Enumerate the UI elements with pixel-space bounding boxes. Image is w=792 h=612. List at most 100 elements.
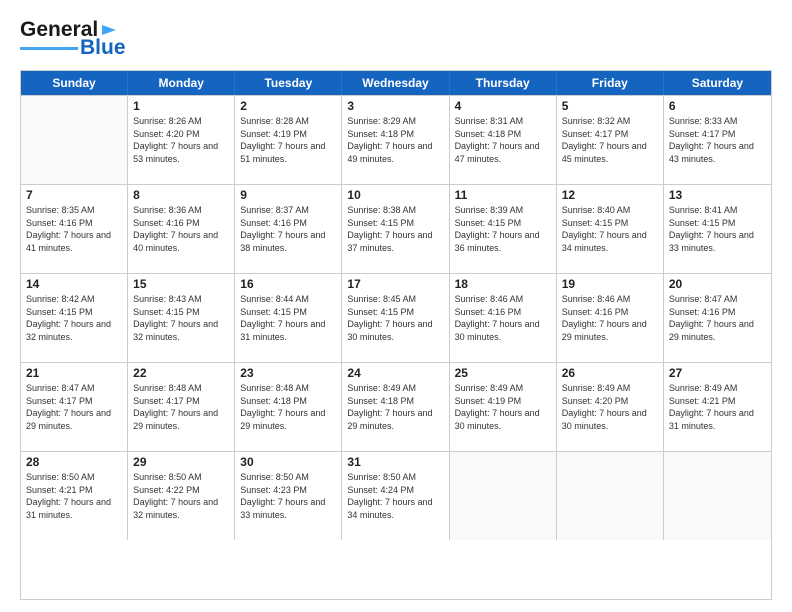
cell-info: Sunrise: 8:46 AMSunset: 4:16 PMDaylight:…: [455, 293, 551, 343]
day-number: 20: [669, 277, 766, 291]
cell-info: Sunrise: 8:37 AMSunset: 4:16 PMDaylight:…: [240, 204, 336, 254]
day-number: 2: [240, 99, 336, 113]
calendar-cell: 3 Sunrise: 8:29 AMSunset: 4:18 PMDaylight…: [342, 96, 449, 184]
day-number: 23: [240, 366, 336, 380]
calendar-cell: 21 Sunrise: 8:47 AMSunset: 4:17 PMDayligh…: [21, 363, 128, 451]
day-number: 3: [347, 99, 443, 113]
calendar-cell: 14 Sunrise: 8:42 AMSunset: 4:15 PMDayligh…: [21, 274, 128, 362]
cell-info: Sunrise: 8:38 AMSunset: 4:15 PMDaylight:…: [347, 204, 443, 254]
weekday-header: Saturday: [664, 71, 771, 95]
cell-info: Sunrise: 8:32 AMSunset: 4:17 PMDaylight:…: [562, 115, 658, 165]
calendar-cell: 22Sunrise: 8:48 AMSunset: 4:17 PMDayligh…: [128, 363, 235, 451]
day-number: 6: [669, 99, 766, 113]
calendar-header: SundayMondayTuesdayWednesdayThursdayFrid…: [21, 71, 771, 95]
calendar-cell: [664, 452, 771, 540]
cell-info: Sunrise: 8:50 AMSunset: 4:21 PMDaylight:…: [26, 471, 122, 521]
calendar-cell: 1 Sunrise: 8:26 AMSunset: 4:20 PMDaylight…: [128, 96, 235, 184]
calendar-row: 28 Sunrise: 8:50 AMSunset: 4:21 PMDayligh…: [21, 451, 771, 540]
cell-info: Sunrise: 8:49 AMSunset: 4:20 PMDaylight:…: [562, 382, 658, 432]
calendar-cell: [21, 96, 128, 184]
day-number: 7: [26, 188, 122, 202]
calendar: SundayMondayTuesdayWednesdayThursdayFrid…: [20, 70, 772, 600]
day-number: 10: [347, 188, 443, 202]
calendar-cell: 19 Sunrise: 8:46 AMSunset: 4:16 PMDayligh…: [557, 274, 664, 362]
calendar-cell: 24 Sunrise: 8:49 AMSunset: 4:18 PMDayligh…: [342, 363, 449, 451]
calendar-cell: [450, 452, 557, 540]
cell-info: Sunrise: 8:39 AMSunset: 4:15 PMDaylight:…: [455, 204, 551, 254]
logo-underline: [20, 47, 78, 50]
day-number: 17: [347, 277, 443, 291]
header: General Blue: [20, 18, 772, 60]
day-number: 22: [133, 366, 229, 380]
day-number: 31: [347, 455, 443, 469]
day-number: 12: [562, 188, 658, 202]
weekday-header: Friday: [557, 71, 664, 95]
cell-info: Sunrise: 8:29 AMSunset: 4:18 PMDaylight:…: [347, 115, 443, 165]
calendar-cell: 26 Sunrise: 8:49 AMSunset: 4:20 PMDayligh…: [557, 363, 664, 451]
calendar-cell: 29Sunrise: 8:50 AMSunset: 4:22 PMDayligh…: [128, 452, 235, 540]
weekday-header: Sunday: [21, 71, 128, 95]
calendar-cell: 2 Sunrise: 8:28 AMSunset: 4:19 PMDaylight…: [235, 96, 342, 184]
cell-info: Sunrise: 8:33 AMSunset: 4:17 PMDaylight:…: [669, 115, 766, 165]
day-number: 5: [562, 99, 658, 113]
day-number: 30: [240, 455, 336, 469]
day-number: 24: [347, 366, 443, 380]
day-number: 8: [133, 188, 229, 202]
day-number: 14: [26, 277, 122, 291]
calendar-cell: 28 Sunrise: 8:50 AMSunset: 4:21 PMDayligh…: [21, 452, 128, 540]
cell-info: Sunrise: 8:40 AMSunset: 4:15 PMDaylight:…: [562, 204, 658, 254]
day-number: 16: [240, 277, 336, 291]
calendar-cell: 27Sunrise: 8:49 AMSunset: 4:21 PMDayligh…: [664, 363, 771, 451]
weekday-header: Thursday: [450, 71, 557, 95]
cell-info: Sunrise: 8:49 AMSunset: 4:18 PMDaylight:…: [347, 382, 443, 432]
calendar-cell: 8Sunrise: 8:36 AMSunset: 4:16 PMDaylight…: [128, 185, 235, 273]
cell-info: Sunrise: 8:28 AMSunset: 4:19 PMDaylight:…: [240, 115, 336, 165]
calendar-cell: 17 Sunrise: 8:45 AMSunset: 4:15 PMDayligh…: [342, 274, 449, 362]
day-number: 15: [133, 277, 229, 291]
cell-info: Sunrise: 8:42 AMSunset: 4:15 PMDaylight:…: [26, 293, 122, 343]
cell-info: Sunrise: 8:31 AMSunset: 4:18 PMDaylight:…: [455, 115, 551, 165]
calendar-cell: 4 Sunrise: 8:31 AMSunset: 4:18 PMDaylight…: [450, 96, 557, 184]
cell-info: Sunrise: 8:46 AMSunset: 4:16 PMDaylight:…: [562, 293, 658, 343]
cell-info: Sunrise: 8:44 AMSunset: 4:15 PMDaylight:…: [240, 293, 336, 343]
calendar-cell: 16 Sunrise: 8:44 AMSunset: 4:15 PMDayligh…: [235, 274, 342, 362]
day-number: 1: [133, 99, 229, 113]
cell-info: Sunrise: 8:49 AMSunset: 4:19 PMDaylight:…: [455, 382, 551, 432]
day-number: 26: [562, 366, 658, 380]
calendar-cell: 23 Sunrise: 8:48 AMSunset: 4:18 PMDayligh…: [235, 363, 342, 451]
weekday-header: Tuesday: [235, 71, 342, 95]
calendar-body: 1 Sunrise: 8:26 AMSunset: 4:20 PMDaylight…: [21, 95, 771, 540]
calendar-row: 21 Sunrise: 8:47 AMSunset: 4:17 PMDayligh…: [21, 362, 771, 451]
page: General Blue SundayMondayTuesdayWednesda…: [0, 0, 792, 612]
logo: General Blue: [20, 18, 126, 60]
calendar-cell: 10 Sunrise: 8:38 AMSunset: 4:15 PMDayligh…: [342, 185, 449, 273]
day-number: 19: [562, 277, 658, 291]
calendar-cell: 18Sunrise: 8:46 AMSunset: 4:16 PMDayligh…: [450, 274, 557, 362]
cell-info: Sunrise: 8:26 AMSunset: 4:20 PMDaylight:…: [133, 115, 229, 165]
weekday-header: Wednesday: [342, 71, 449, 95]
calendar-cell: 15 Sunrise: 8:43 AMSunset: 4:15 PMDayligh…: [128, 274, 235, 362]
calendar-cell: 25 Sunrise: 8:49 AMSunset: 4:19 PMDayligh…: [450, 363, 557, 451]
cell-info: Sunrise: 8:43 AMSunset: 4:15 PMDaylight:…: [133, 293, 229, 343]
logo-blue: Blue: [80, 36, 126, 60]
calendar-cell: 11 Sunrise: 8:39 AMSunset: 4:15 PMDayligh…: [450, 185, 557, 273]
calendar-cell: [557, 452, 664, 540]
cell-info: Sunrise: 8:50 AMSunset: 4:22 PMDaylight:…: [133, 471, 229, 521]
day-number: 28: [26, 455, 122, 469]
calendar-row: 14 Sunrise: 8:42 AMSunset: 4:15 PMDayligh…: [21, 273, 771, 362]
day-number: 25: [455, 366, 551, 380]
cell-info: Sunrise: 8:45 AMSunset: 4:15 PMDaylight:…: [347, 293, 443, 343]
calendar-row: 7 Sunrise: 8:35 AMSunset: 4:16 PMDaylight…: [21, 184, 771, 273]
day-number: 21: [26, 366, 122, 380]
calendar-cell: 30Sunrise: 8:50 AMSunset: 4:23 PMDayligh…: [235, 452, 342, 540]
cell-info: Sunrise: 8:47 AMSunset: 4:16 PMDaylight:…: [669, 293, 766, 343]
cell-info: Sunrise: 8:35 AMSunset: 4:16 PMDaylight:…: [26, 204, 122, 254]
day-number: 11: [455, 188, 551, 202]
calendar-cell: 9 Sunrise: 8:37 AMSunset: 4:16 PMDaylight…: [235, 185, 342, 273]
cell-info: Sunrise: 8:50 AMSunset: 4:24 PMDaylight:…: [347, 471, 443, 521]
day-number: 9: [240, 188, 336, 202]
cell-info: Sunrise: 8:48 AMSunset: 4:18 PMDaylight:…: [240, 382, 336, 432]
cell-info: Sunrise: 8:47 AMSunset: 4:17 PMDaylight:…: [26, 382, 122, 432]
day-number: 4: [455, 99, 551, 113]
calendar-cell: 31 Sunrise: 8:50 AMSunset: 4:24 PMDayligh…: [342, 452, 449, 540]
